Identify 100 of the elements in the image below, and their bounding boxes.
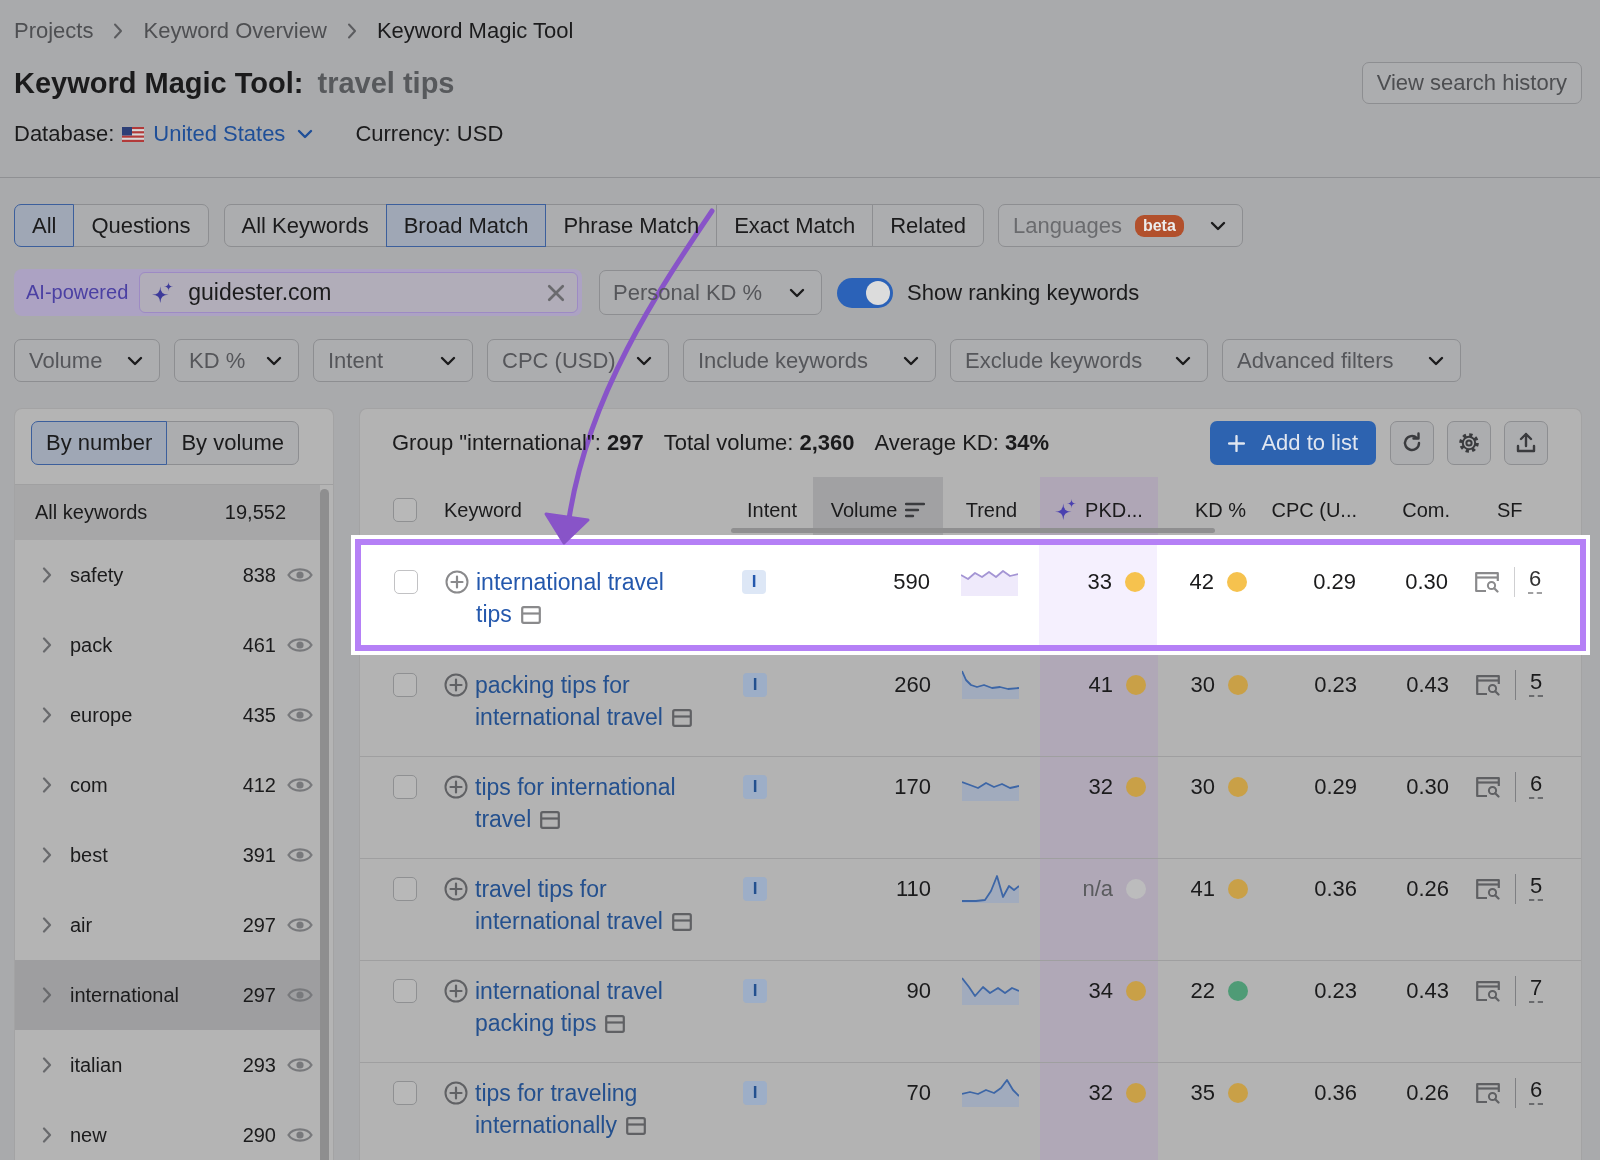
chevron-down-icon xyxy=(636,355,652,366)
export-button[interactable] xyxy=(1504,421,1548,465)
chevron-right-icon[interactable] xyxy=(42,777,52,793)
search-page-icon[interactable] xyxy=(1474,571,1500,593)
search-page-icon[interactable] xyxy=(1475,980,1501,1002)
column-header[interactable]: CPC (U... xyxy=(1271,498,1357,522)
eye-icon[interactable] xyxy=(287,566,313,584)
chevron-right-icon[interactable] xyxy=(42,1057,52,1073)
plus-circle-icon[interactable] xyxy=(444,673,468,697)
row-checkbox[interactable] xyxy=(394,570,418,594)
chevron-right-icon[interactable] xyxy=(42,847,52,863)
serp-features-count[interactable]: 7 xyxy=(1529,975,1544,1003)
select-all-checkbox[interactable] xyxy=(393,498,417,522)
keyword-link[interactable]: international travel packing tips xyxy=(475,975,693,1039)
breadcrumb-link[interactable]: Projects xyxy=(14,17,94,45)
eye-icon[interactable] xyxy=(287,1056,313,1074)
keyword-link[interactable]: international travel tips xyxy=(476,566,694,630)
serp-features-count[interactable]: 6 xyxy=(1529,1077,1544,1105)
eye-icon[interactable] xyxy=(287,636,313,654)
plus-circle-icon[interactable] xyxy=(444,877,468,901)
card-icon[interactable] xyxy=(625,1117,646,1135)
view-history-button[interactable]: View search history xyxy=(1361,62,1582,104)
group-item[interactable]: com 412 xyxy=(15,750,320,820)
group-item[interactable]: best 391 xyxy=(15,820,320,890)
group-label: pack xyxy=(70,633,114,657)
row-checkbox[interactable] xyxy=(393,979,417,1003)
column-header[interactable]: Intent xyxy=(746,498,797,522)
scrollbar-thumb[interactable] xyxy=(320,489,329,1160)
chevron-right-icon[interactable] xyxy=(42,1127,52,1143)
breadcrumb-link[interactable]: Keyword Magic Tool xyxy=(376,17,574,45)
match-tab[interactable]: Related xyxy=(872,204,985,247)
keyword-link[interactable]: travel tips for international travel xyxy=(475,873,693,937)
column-header[interactable]: PKD... xyxy=(1040,477,1158,535)
card-icon[interactable] xyxy=(540,811,561,829)
row-checkbox[interactable] xyxy=(393,673,417,697)
breadcrumb-link[interactable]: Keyword Overview xyxy=(143,17,327,45)
eye-icon[interactable] xyxy=(287,916,313,934)
eye-icon[interactable] xyxy=(287,706,313,724)
keyword-link[interactable]: tips for international travel xyxy=(475,771,693,835)
match-tab[interactable]: Exact Match xyxy=(716,204,874,247)
group-item[interactable]: safety 838 xyxy=(15,540,320,610)
row-checkbox[interactable] xyxy=(393,877,417,901)
close-icon[interactable] xyxy=(547,283,565,302)
column-header[interactable]: Com. xyxy=(1402,498,1450,522)
search-page-icon[interactable] xyxy=(1475,1082,1501,1104)
eye-icon[interactable] xyxy=(287,1126,313,1144)
row-checkbox[interactable] xyxy=(393,775,417,799)
match-tab[interactable]: Phrase Match xyxy=(545,204,718,247)
settings-button[interactable] xyxy=(1447,421,1491,465)
keyword-link[interactable]: packing tips for international travel xyxy=(475,669,693,733)
search-page-icon[interactable] xyxy=(1475,674,1501,696)
ranking-toggle[interactable] xyxy=(837,277,893,308)
keyword-link[interactable]: tips for traveling internationally xyxy=(475,1077,693,1141)
chevron-right-icon[interactable] xyxy=(42,637,52,653)
eye-icon[interactable] xyxy=(287,846,313,864)
all-keywords-row[interactable]: All keywords 19,552 xyxy=(15,485,320,540)
serp-features-count[interactable]: 6 xyxy=(1528,566,1543,594)
group-view-tab[interactable]: By number xyxy=(31,421,168,465)
eye-icon[interactable] xyxy=(287,776,313,794)
chevron-right-icon[interactable] xyxy=(42,707,52,723)
card-icon[interactable] xyxy=(520,606,541,624)
card-icon[interactable] xyxy=(671,709,692,727)
group-item[interactable]: europe 435 xyxy=(15,680,320,750)
search-page-icon[interactable] xyxy=(1475,776,1501,798)
scope-tab[interactable]: All xyxy=(14,204,75,247)
column-header[interactable]: KD % xyxy=(1194,498,1246,522)
row-checkbox[interactable] xyxy=(393,1081,417,1105)
group-view-tab[interactable]: By volume xyxy=(166,421,300,465)
scrollbar-thumb[interactable] xyxy=(731,528,1215,533)
group-item[interactable]: international 297 xyxy=(15,960,320,1030)
column-header[interactable]: Keyword xyxy=(444,498,522,522)
plus-circle-icon[interactable] xyxy=(445,570,469,594)
languages-dropdown[interactable]: Languages beta xyxy=(998,204,1244,247)
group-item[interactable]: italian 293 xyxy=(15,1030,320,1100)
chevron-right-icon[interactable] xyxy=(42,567,52,583)
match-tab[interactable]: All Keywords xyxy=(223,204,387,247)
group-item[interactable]: new 290 xyxy=(15,1100,320,1160)
group-item[interactable]: air 297 xyxy=(15,890,320,960)
domain-search-field[interactable]: guidester.com xyxy=(139,272,578,313)
plus-circle-icon[interactable] xyxy=(444,1081,468,1105)
card-icon[interactable] xyxy=(605,1015,626,1033)
add-to-list-button[interactable]: Add to list xyxy=(1210,421,1376,465)
match-tab[interactable]: Broad Match xyxy=(385,204,547,247)
plus-circle-icon[interactable] xyxy=(444,775,468,799)
chevron-right-icon[interactable] xyxy=(42,917,52,933)
serp-features-count[interactable]: 5 xyxy=(1529,669,1544,697)
group-item[interactable]: pack 461 xyxy=(15,610,320,680)
chevron-right-icon[interactable] xyxy=(42,987,52,1003)
refresh-button[interactable] xyxy=(1390,421,1434,465)
search-page-icon[interactable] xyxy=(1475,878,1501,900)
volume-value: 70 xyxy=(906,1079,931,1107)
column-header[interactable]: Volume xyxy=(813,477,943,535)
serp-features-count[interactable]: 6 xyxy=(1529,771,1544,799)
card-icon[interactable] xyxy=(671,913,692,931)
column-header[interactable]: Trend xyxy=(965,498,1018,522)
column-header[interactable]: SF xyxy=(1497,498,1523,522)
eye-icon[interactable] xyxy=(287,986,313,1004)
scope-tab[interactable]: Questions xyxy=(73,204,209,247)
plus-circle-icon[interactable] xyxy=(444,979,468,1003)
serp-features-count[interactable]: 5 xyxy=(1529,873,1544,901)
